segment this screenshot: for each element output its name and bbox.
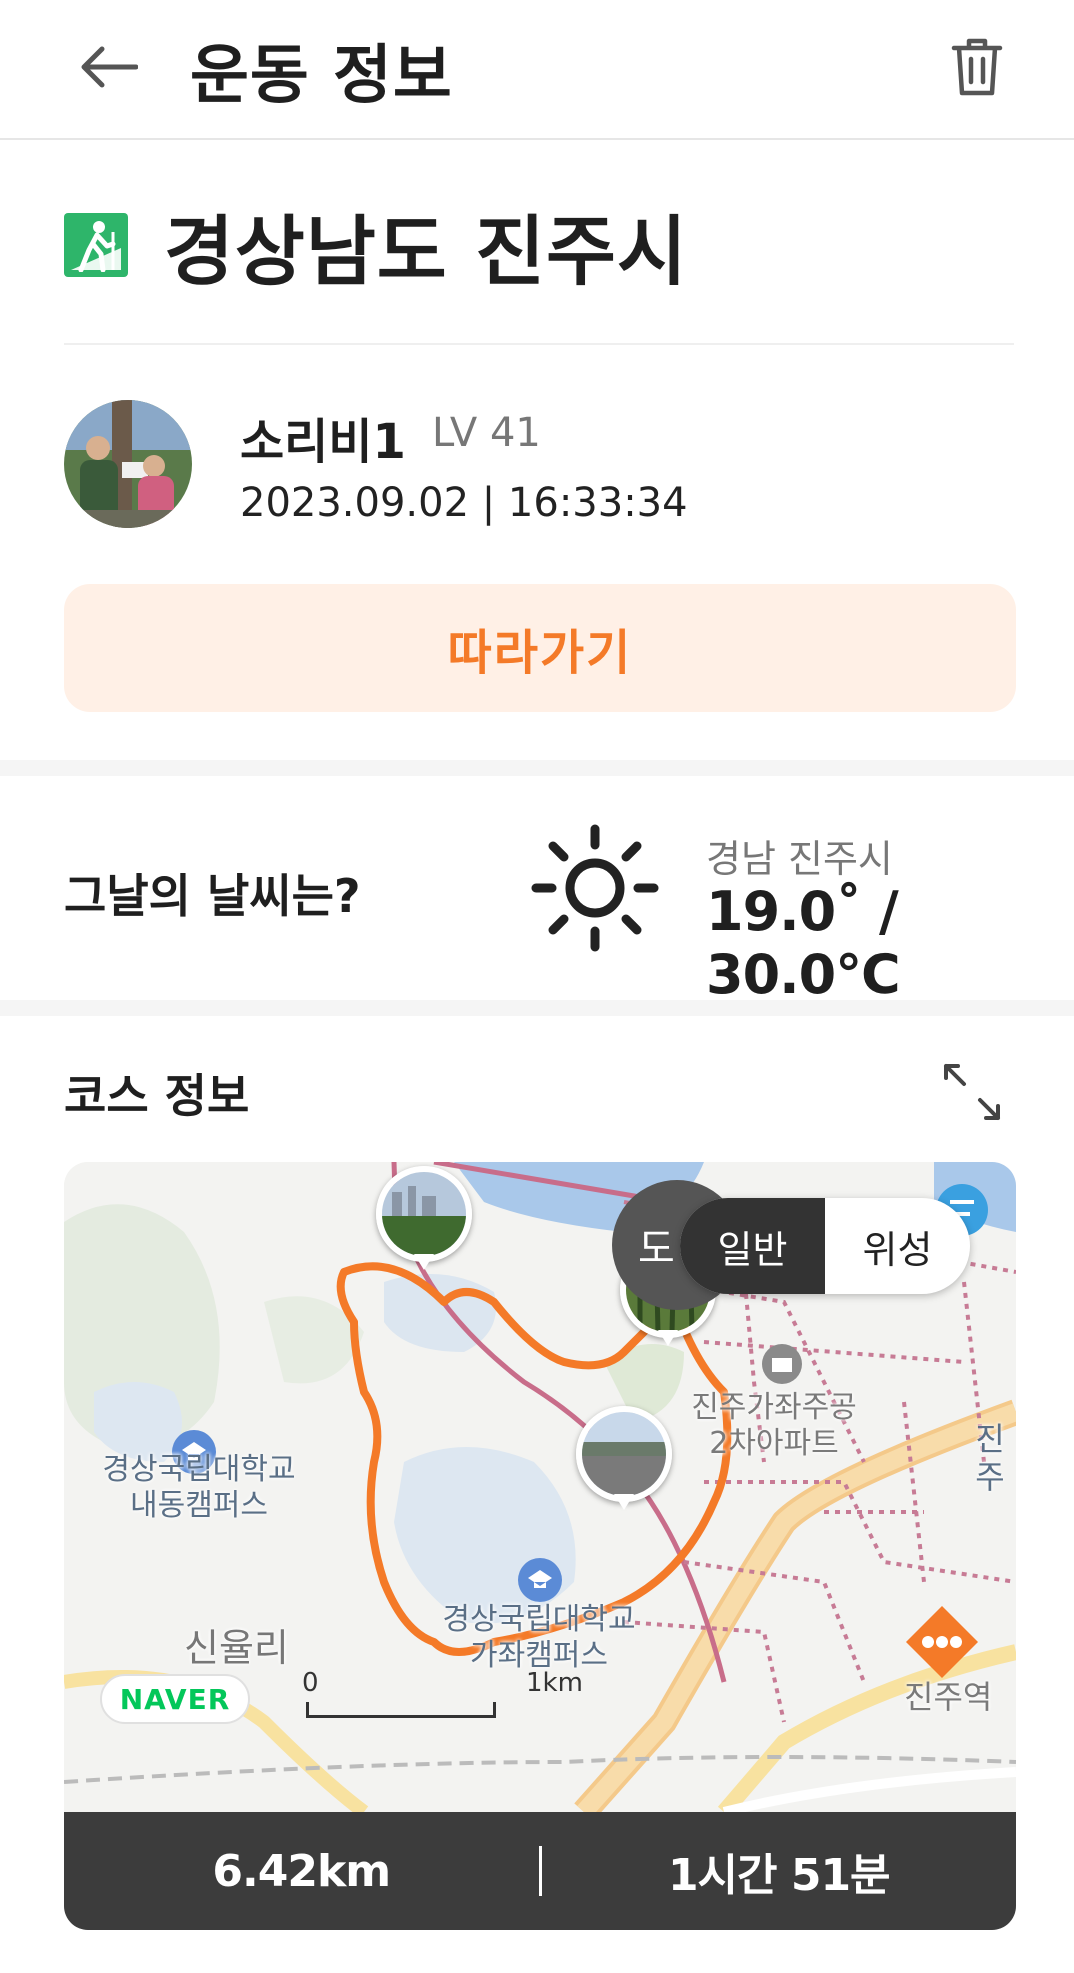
app-bar: 운동 정보	[0, 0, 1074, 140]
more-marker-icon[interactable]	[904, 1604, 980, 1680]
map-label-campus-naedong: 경상국립대학교 내동캠퍼스	[102, 1452, 296, 1523]
naver-logo: NAVER	[100, 1674, 250, 1724]
course-stats: 6.42km 1시간 51분	[64, 1812, 1016, 1930]
back-button[interactable]	[72, 30, 146, 104]
map-type-satellite[interactable]: 위성	[825, 1198, 970, 1294]
weather-temperature: 19.0˚ / 30.0℃	[706, 880, 901, 1006]
weather-label: 그날의 날씨는?	[64, 869, 361, 923]
scale-end: 1km	[526, 1668, 583, 1698]
scale-start: 0	[302, 1668, 319, 1698]
activity-title: 경상남도 진주시	[164, 207, 688, 296]
photo-pin[interactable]	[376, 1166, 472, 1276]
section-divider	[0, 1000, 1074, 1016]
delete-button[interactable]	[940, 30, 1014, 104]
map-label-station: 진주역	[904, 1678, 993, 1716]
expand-icon	[944, 1064, 1000, 1120]
user-info: 소리비1 LV 41 2023.09.02 | 16:33:34	[64, 400, 1014, 530]
section-divider	[0, 760, 1074, 776]
scale-bar	[306, 1702, 496, 1718]
sun-icon	[531, 824, 659, 952]
distance-value: 6.42km	[212, 1845, 391, 1897]
activity-datetime: 2023.09.02 | 16:33:34	[240, 480, 688, 526]
avatar[interactable]	[64, 400, 192, 528]
trash-icon	[951, 38, 1003, 96]
map-type-toggle[interactable]: 일반 위성	[680, 1198, 970, 1294]
photo-pin[interactable]	[576, 1406, 672, 1516]
map-label-campus-gajwa: 경상국립대학교 가좌캠퍼스	[442, 1602, 636, 1673]
divider	[64, 343, 1014, 345]
hiking-icon	[64, 213, 128, 277]
duration-value: 1시간 51분	[667, 1850, 891, 1901]
weather-region: 경남 진주시	[706, 837, 893, 881]
user-level: LV 41	[432, 410, 541, 456]
course-map[interactable]: 경상국립대학교 내동캠퍼스 경상국립대학교 가좌캠퍼스 진주가좌주공 2차아파트…	[64, 1162, 1016, 1812]
expand-map-button[interactable]	[940, 1060, 1004, 1124]
map-label-apartment: 진주가좌주공 2차아파트	[691, 1390, 857, 1461]
follow-button[interactable]: 따라가기	[64, 584, 1016, 712]
activity-title-row: 경상남도 진주시	[64, 195, 688, 296]
course-title: 코스 정보	[64, 1069, 250, 1123]
map-type-normal[interactable]: 일반	[680, 1198, 825, 1294]
map-label-village: 신율리	[184, 1626, 289, 1670]
user-name: 소리비1	[240, 414, 406, 470]
map-label-edge: 진주	[975, 1420, 1005, 1497]
arrow-left-icon	[81, 46, 138, 88]
page-title: 운동 정보	[190, 39, 453, 113]
